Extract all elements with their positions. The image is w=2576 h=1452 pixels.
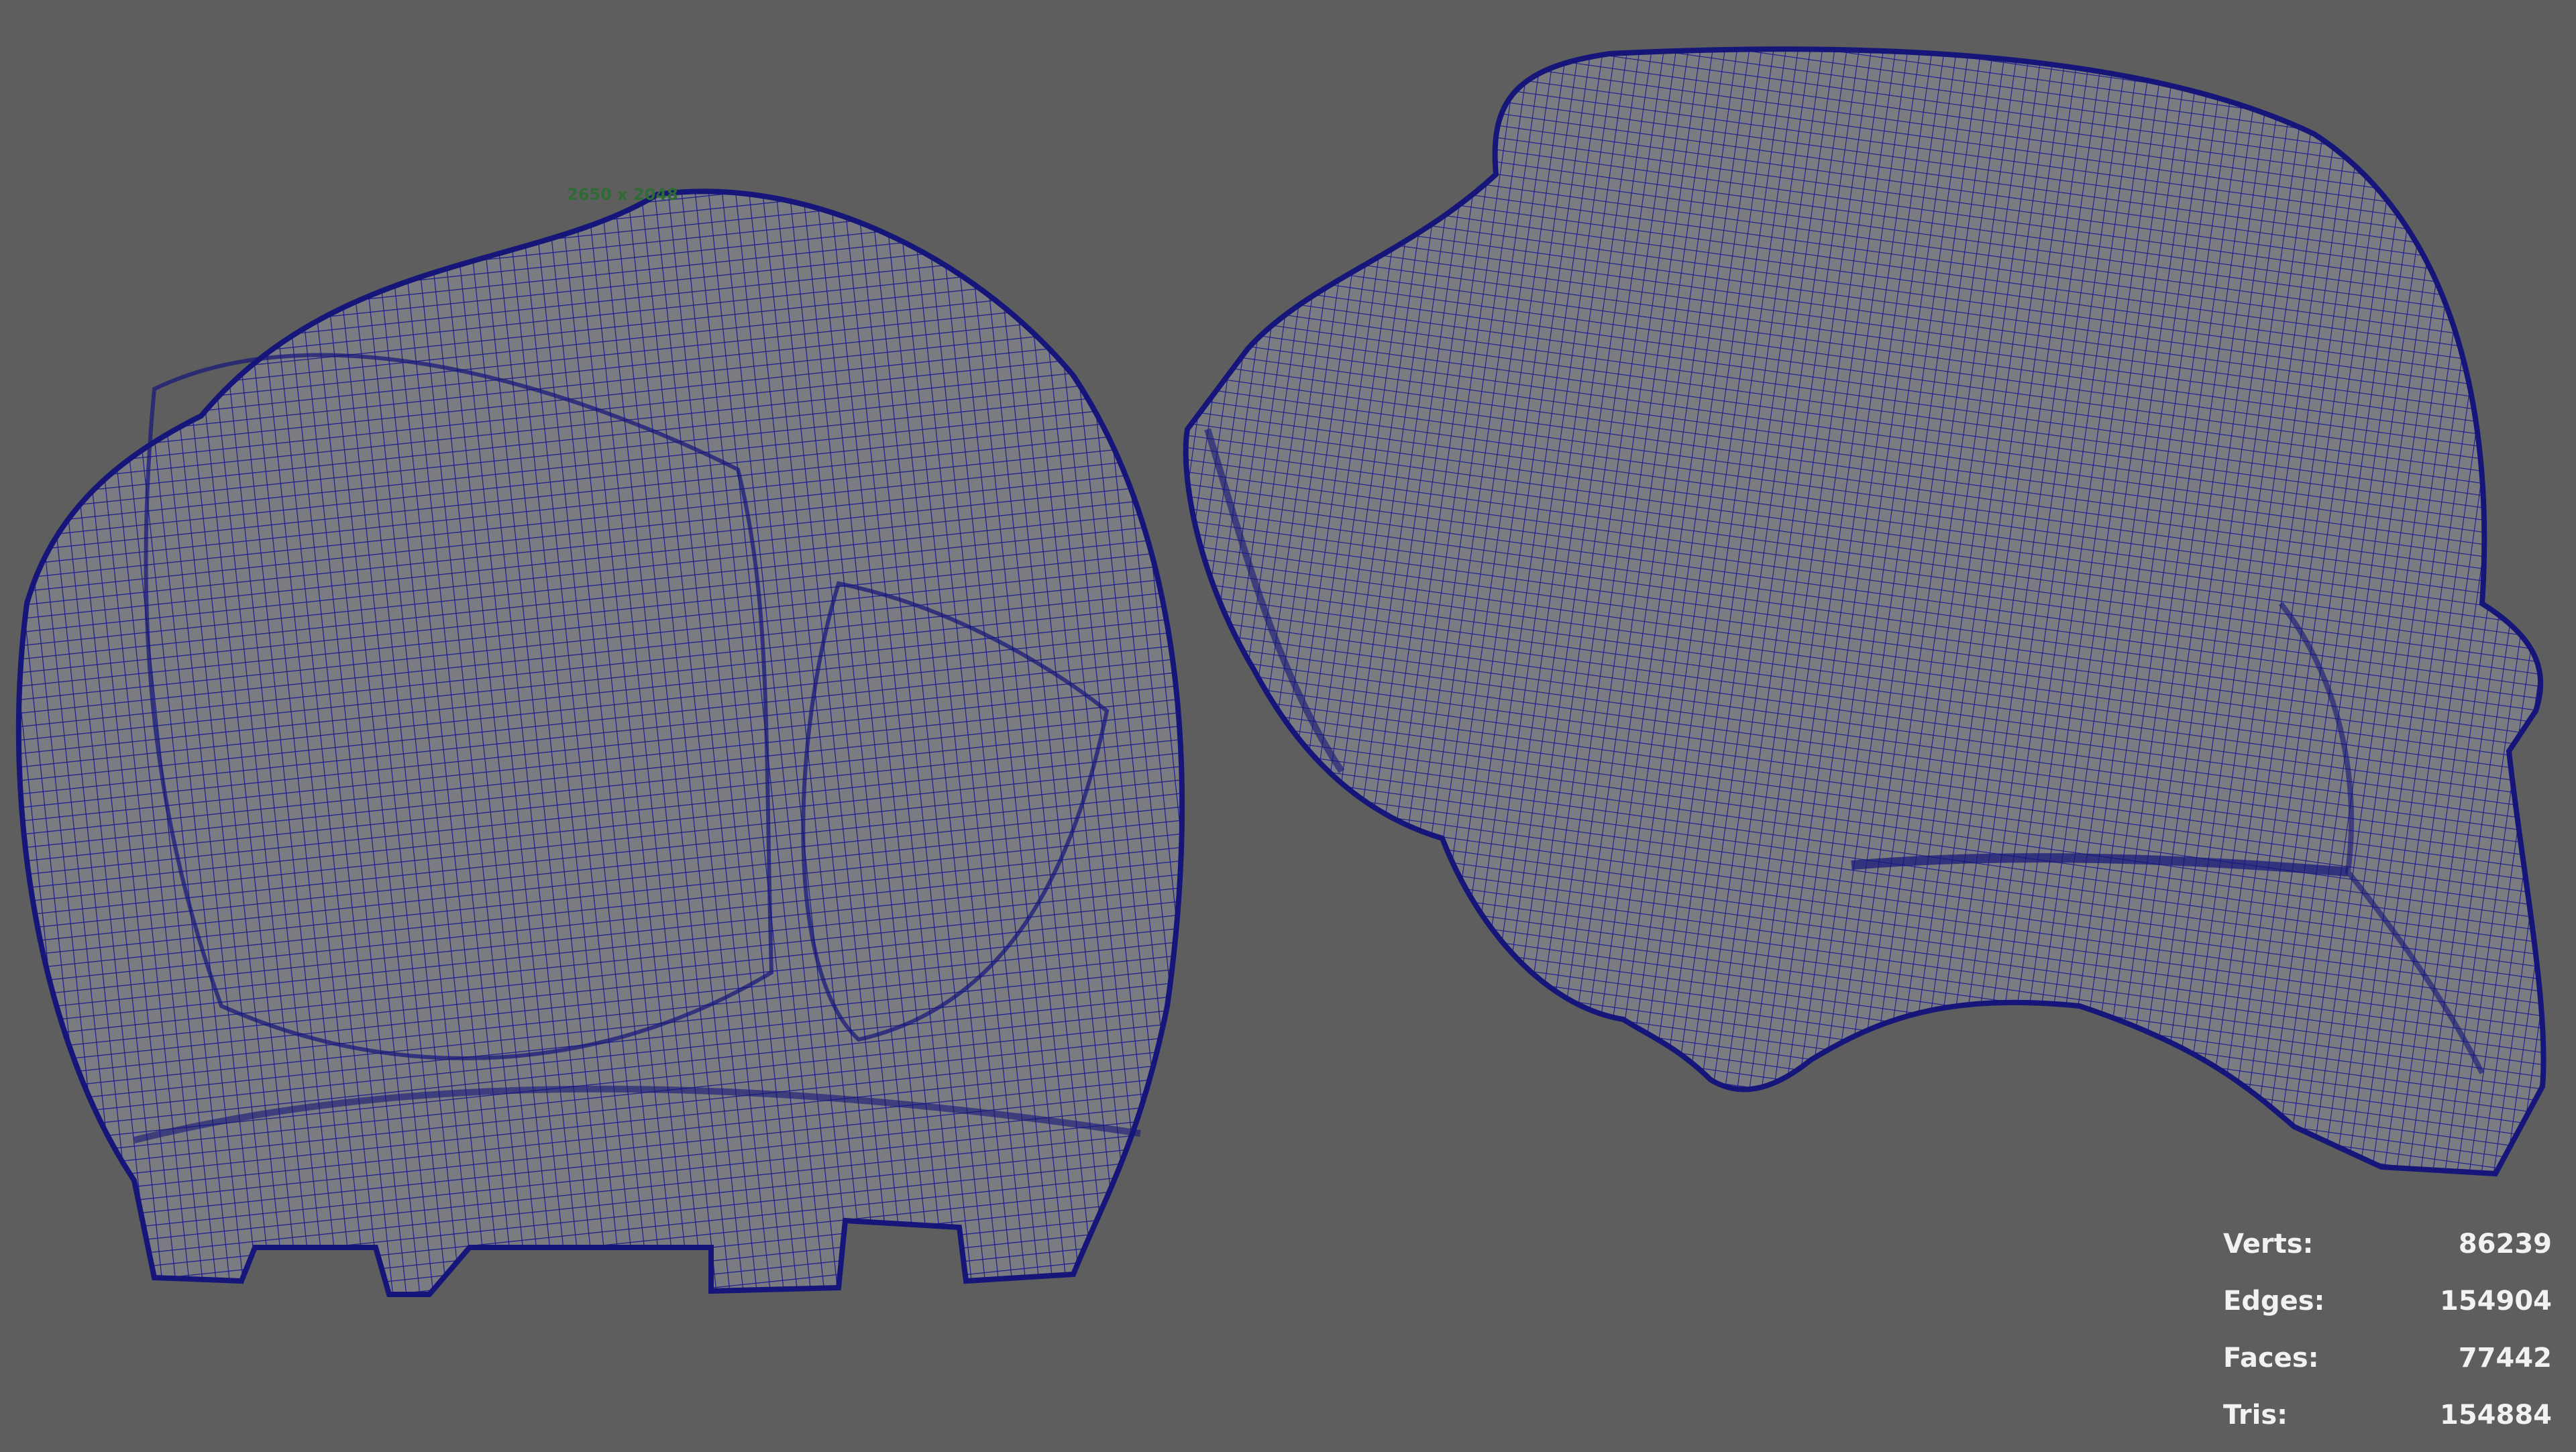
hud-faces-label: Faces:: [2223, 1343, 2319, 1374]
3d-viewport[interactable]: [0, 0, 2576, 1449]
poly-count-hud: Verts: 86239 Edges: 154904 Faces: 77442 …: [2223, 1224, 2552, 1452]
hud-tris-label: Tris:: [2223, 1400, 2288, 1431]
hud-faces-value: 77442: [2458, 1343, 2552, 1374]
hud-edges-row: Edges: 154904: [2223, 1281, 2552, 1338]
hud-edges-label: Edges:: [2223, 1286, 2325, 1317]
hud-tris-row: Tris: 154884: [2223, 1395, 2552, 1452]
hud-tris-value: 154884: [2440, 1400, 2552, 1431]
hud-faces-row: Faces: 77442: [2223, 1338, 2552, 1395]
skull-mesh-side-view[interactable]: [1183, 46, 2546, 1177]
skull-mesh-front-view[interactable]: [15, 188, 1185, 1297]
hud-edges-value: 154904: [2440, 1286, 2552, 1317]
resolution-gate-label: 2650 x 2048: [567, 185, 678, 204]
hud-verts-label: Verts:: [2223, 1229, 2314, 1260]
hud-verts-row: Verts: 86239: [2223, 1224, 2552, 1281]
hud-verts-value: 86239: [2458, 1229, 2552, 1260]
